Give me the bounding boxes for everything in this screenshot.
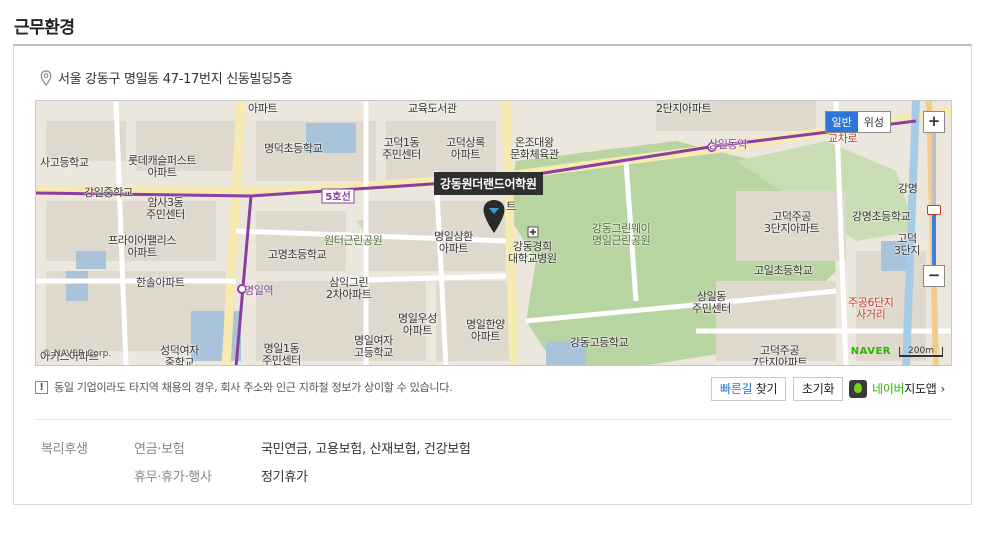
divider — [35, 419, 952, 420]
map-place-label: 주공6단지 사거리 — [848, 296, 894, 321]
map-type-general-button[interactable]: 일반 — [825, 112, 858, 132]
map-place-label: 아파트 — [248, 102, 278, 115]
map-place-label: 온조대왕 문화체육관 — [510, 136, 559, 161]
map-place-label: 명일우성 아파트 — [398, 312, 437, 337]
benefit-row: 휴무·휴가·행사 정기휴가 — [134, 466, 308, 485]
map-place-label: 명일여자 고등학교 — [354, 334, 393, 359]
map-copyright: © NAVER Corp. — [42, 349, 112, 359]
map-place-label: 교차로 — [828, 132, 858, 145]
map-place-label: 강명초등학교 — [852, 210, 911, 223]
pin-icon — [40, 69, 52, 86]
map-place-label: 고명초등학교 — [268, 248, 327, 261]
notice-text: 동일 기업이라도 타지역 채용의 경우, 회사 주소와 인근 지하철 정보가 상… — [54, 381, 453, 394]
map-place-label: 강동경희 대학교병원 — [508, 240, 557, 265]
map-place-label: 삼익그린 2차아파트 — [326, 276, 372, 301]
map-place-label: 명일1동 주민센터 — [262, 342, 301, 366]
map-place-label: 교육도서관 — [408, 102, 457, 115]
zoom-in-button[interactable]: + — [923, 111, 945, 133]
map-place-label: 고덕1동 주민센터 — [382, 136, 421, 161]
benefit-value: 정기휴가 — [261, 470, 308, 485]
map-place-label: 원터근린공원 — [324, 234, 383, 247]
benefits-category: 복리후생 — [41, 442, 88, 457]
naver-map-app-button[interactable]: 네이버지도앱 › — [849, 377, 945, 401]
exclamation-icon: ! — [35, 380, 48, 394]
map-place-label: 사고등학교 — [40, 156, 89, 169]
map-place-label: 고덕상록 아파트 — [446, 136, 485, 161]
map-place-label: 강동그린웨이 명일근린공원 — [592, 222, 651, 247]
map-place-label: 명일삼환 아파트 — [434, 230, 473, 255]
map-place-label: 명일역 — [244, 284, 274, 297]
line-5-label: 5호선 — [325, 190, 350, 203]
zoom-control: + − — [923, 111, 945, 287]
zoom-track-fill — [932, 215, 936, 265]
map-place-label: 고일초등학교 — [754, 264, 813, 277]
naver-map-icon — [849, 380, 867, 398]
route-search-button[interactable]: 빠른길 찾기 — [711, 377, 787, 401]
map-place-label: 명일한양 아파트 — [466, 318, 505, 343]
reset-button[interactable]: 초기화 — [793, 377, 844, 401]
benefit-row: 연금·보험 국민연금, 고용보험, 산재보험, 건강보험 — [134, 438, 471, 457]
zoom-slider-handle[interactable] — [927, 205, 941, 215]
map-place-label: 2단지아파트 — [656, 102, 712, 115]
section-title: 근무환경 — [14, 18, 75, 38]
map-place-label: 프라이어팰리스 아파트 — [108, 234, 177, 259]
map-place-label: 암사3동 주민센터 — [146, 196, 185, 221]
map-place-label: 고덕주공 3단지아파트 — [764, 210, 820, 235]
map-place-label: 강동고등학교 — [570, 336, 629, 349]
map-place-label: 성덕여자 중학교 — [160, 344, 199, 366]
map-place-label: 한솔아파트 — [136, 276, 185, 289]
map-place-label: 롯데캐슬퍼스트 아파트 — [128, 154, 197, 179]
map-place-label: 강명 — [898, 182, 918, 195]
benefit-value: 국민연금, 고용보험, 산재보험, 건강보험 — [261, 442, 471, 457]
map-scale-bar: 200m — [899, 347, 943, 357]
map-place-label: 트 — [506, 200, 516, 213]
map-tooltip: 강동원더랜드어학원 — [434, 172, 543, 195]
naver-map-logo: NAVER — [850, 346, 891, 357]
map-place-label: 명덕초등학교 — [264, 142, 323, 155]
map-place-label: 고덕 3단지 — [894, 232, 921, 257]
benefit-key: 연금·보험 — [134, 442, 185, 457]
zoom-out-button[interactable]: − — [923, 265, 945, 287]
address-text: 서울 강동구 명일동 47-17번지 신동빌딩5층 — [58, 72, 293, 87]
map-type-toggle: 일반 위성 — [824, 111, 891, 133]
map-place-label: 강일중학교 — [84, 186, 133, 199]
map-type-satellite-button[interactable]: 위성 — [858, 112, 890, 132]
chevron-right-icon: › — [940, 382, 945, 396]
map-view[interactable]: 5호선 2단지아파트 상일동역 교차로 사고등학교 롯데캐슬퍼스트 아파트 명덕초등학교 고덕… — [35, 100, 952, 366]
work-environment-panel: 서울 강동구 명일동 47-17번지 신동빌딩5층 5호선 2단지아파트 상일동… — [13, 44, 972, 505]
notice: ! 동일 기업이라도 타지역 채용의 경우, 회사 주소와 인근 지하철 정보가… — [35, 379, 453, 395]
map-place-label: 상일동 주민센터 — [692, 290, 731, 315]
map-place-label: 고덕주공 7단지아파트 — [752, 344, 808, 366]
benefit-key: 휴무·휴가·행사 — [134, 470, 212, 485]
location-marker-icon[interactable] — [482, 199, 506, 235]
map-place-label: 상일동역 — [708, 138, 747, 151]
address: 서울 강동구 명일동 47-17번지 신동빌딩5층 — [40, 68, 293, 87]
